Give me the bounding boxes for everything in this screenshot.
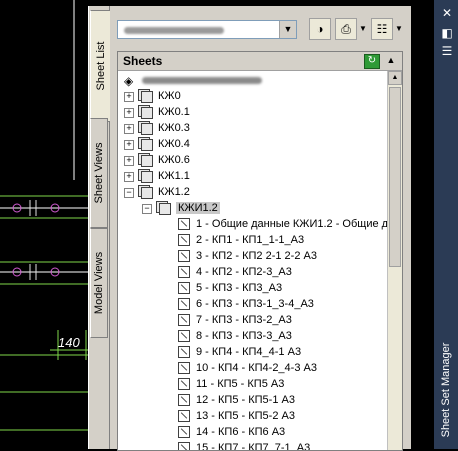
plot-dropdown-icon[interactable]: ▼ [358, 18, 368, 40]
sheet-icon [178, 314, 190, 326]
chevron-down-icon[interactable]: ▼ [279, 21, 296, 38]
subset-label: КЖ0.1 [158, 106, 190, 118]
selected-subset-label: КЖИ1.2 [176, 202, 220, 214]
subset-label: КЖ0.3 [158, 122, 190, 134]
sheet-label: 11 - КП5 - КП5 А3 [196, 378, 285, 390]
sheet-label: 8 - КП3 - КП3-3_А3 [196, 330, 292, 342]
expand-node-icon[interactable]: + [124, 140, 134, 150]
sheet-icon [178, 378, 190, 390]
tab-sheet-list[interactable]: Sheet List [90, 10, 110, 122]
tab-sheet-views[interactable]: Sheet Views [90, 118, 108, 228]
view-options-button[interactable]: ☷ [371, 18, 393, 40]
subset-label: КЖ1.1 [158, 170, 190, 182]
sheet-icon [178, 298, 190, 310]
expand-node-icon[interactable]: + [124, 156, 134, 166]
subset-icon [138, 169, 154, 183]
sheet-icon [178, 426, 190, 438]
sheet-set-dropdown[interactable]: ▼ [117, 20, 297, 39]
plot-button[interactable]: ⎙ [335, 18, 357, 40]
sheet-label: 7 - КП3 - КП3-2_А3 [196, 314, 292, 326]
sheet-icon [178, 346, 190, 358]
subset-icon [156, 201, 172, 215]
subset-icon [138, 185, 154, 199]
sheet-icon [178, 266, 190, 278]
sheet-label: 12 - КП5 - КП5-1 А3 [196, 394, 295, 406]
collapse-icon[interactable]: ▲ [385, 54, 397, 67]
sheet-icon [178, 250, 190, 262]
sheet-set-manager-palette: Sheet List Sheet Views Model Views ▼ ◑ ⎙… [88, 6, 411, 451]
publish-button[interactable]: ◑ [309, 18, 331, 40]
subset-icon [138, 121, 154, 135]
sheet-icon [178, 218, 190, 230]
refresh-icon[interactable]: ↻ [364, 54, 380, 69]
view-options-icon: ☷ [376, 22, 388, 36]
sheet-label: 4 - КП2 - КП2-3_А3 [196, 266, 292, 278]
collapse-node-icon[interactable]: − [124, 188, 134, 198]
sheet-label: 1 - Общие данные КЖИ1.2 - Общие д [196, 218, 387, 230]
publish-icon: ◑ [316, 22, 324, 36]
palette-toolbar: ▼ ◑ ⎙ ▼ ☷ ▼ [113, 16, 403, 46]
tab-model-views[interactable]: Model Views [90, 228, 108, 338]
sheet-label: 9 - КП4 - КП4_4-1 А3 [196, 346, 302, 358]
sheet-icon [178, 234, 190, 246]
subset-label: КЖ0.4 [158, 138, 190, 150]
expand-node-icon[interactable]: + [124, 172, 134, 182]
tab-sheet-list-label: Sheet List [94, 41, 107, 91]
palette-title-strip: ✕ ◧ ☰ Sheet Set Manager [410, 0, 458, 449]
sheet-icon [178, 394, 190, 406]
sheet-icon [178, 362, 190, 374]
subset-label: КЖ0.6 [158, 154, 190, 166]
sheets-panel-header: Sheets ↻ ▲ [118, 52, 402, 71]
plot-icon: ⎙ [341, 22, 351, 36]
sheet-label: 13 - КП5 - КП5-2 А3 [196, 410, 295, 422]
subset-icon [138, 153, 154, 167]
sheet-label: 5 - КП3 - КП3_А3 [196, 282, 283, 294]
sheet-tree: ◈ + КЖ0 + КЖ0.1 + КЖ0.3 + КЖ0.4 + КЖ0.6 + КЖ1.1− КЖ1.… [118, 71, 387, 450]
subset-icon [138, 105, 154, 119]
vertical-scrollbar[interactable]: ▲ [387, 71, 402, 450]
sheet-label: 10 - КП4 - КП4-2_4-3 А3 [196, 362, 317, 374]
sheet-label: 6 - КП3 - КП3-1_3-4_А3 [196, 298, 314, 310]
expand-node-icon[interactable]: + [124, 108, 134, 118]
sheet-label: 3 - КП2 - КП2 2-1 2-2 А3 [196, 250, 317, 262]
sheet-label: 14 - КП6 - КП6 А3 [196, 426, 286, 438]
sheet-icon [178, 330, 190, 342]
scroll-thumb[interactable] [389, 87, 401, 267]
view-options-dropdown-icon[interactable]: ▼ [394, 18, 404, 40]
sheets-panel: Sheets ↻ ▲ ◈ + КЖ0 + КЖ0.1 + КЖ0.3 + КЖ0.4 + КЖ0.6… [117, 51, 403, 451]
sheet-label: 2 - КП1 - КП1_1-1_А3 [196, 234, 305, 246]
tab-model-views-label: Model Views [93, 251, 105, 315]
palette-title-area: Sheet Set Manager [434, 0, 458, 449]
panel-title: Sheets [123, 54, 163, 68]
scroll-up-icon[interactable]: ▲ [388, 71, 402, 85]
expand-node-icon[interactable]: + [124, 92, 134, 102]
sheet-set-root-label-redacted [142, 77, 262, 84]
tab-sheet-views-label: Sheet Views [93, 142, 105, 204]
subset-icon [138, 137, 154, 151]
collapse-node-icon[interactable]: − [142, 204, 152, 214]
expand-node-icon[interactable]: + [124, 124, 134, 134]
subset-icon [138, 89, 154, 103]
sheet-set-icon: ◈ [124, 74, 134, 88]
vertical-tab-strip: Sheet List Sheet Views Model Views [89, 6, 110, 449]
dimension-text: 140 [58, 335, 80, 350]
subset-label: КЖ1.2 [158, 186, 190, 198]
sheet-icon [178, 282, 190, 294]
sheet-set-name-redacted [124, 27, 224, 34]
subset-label: КЖ0 [158, 90, 181, 102]
palette-title: Sheet Set Manager [440, 342, 452, 438]
sheet-icon [178, 410, 190, 422]
